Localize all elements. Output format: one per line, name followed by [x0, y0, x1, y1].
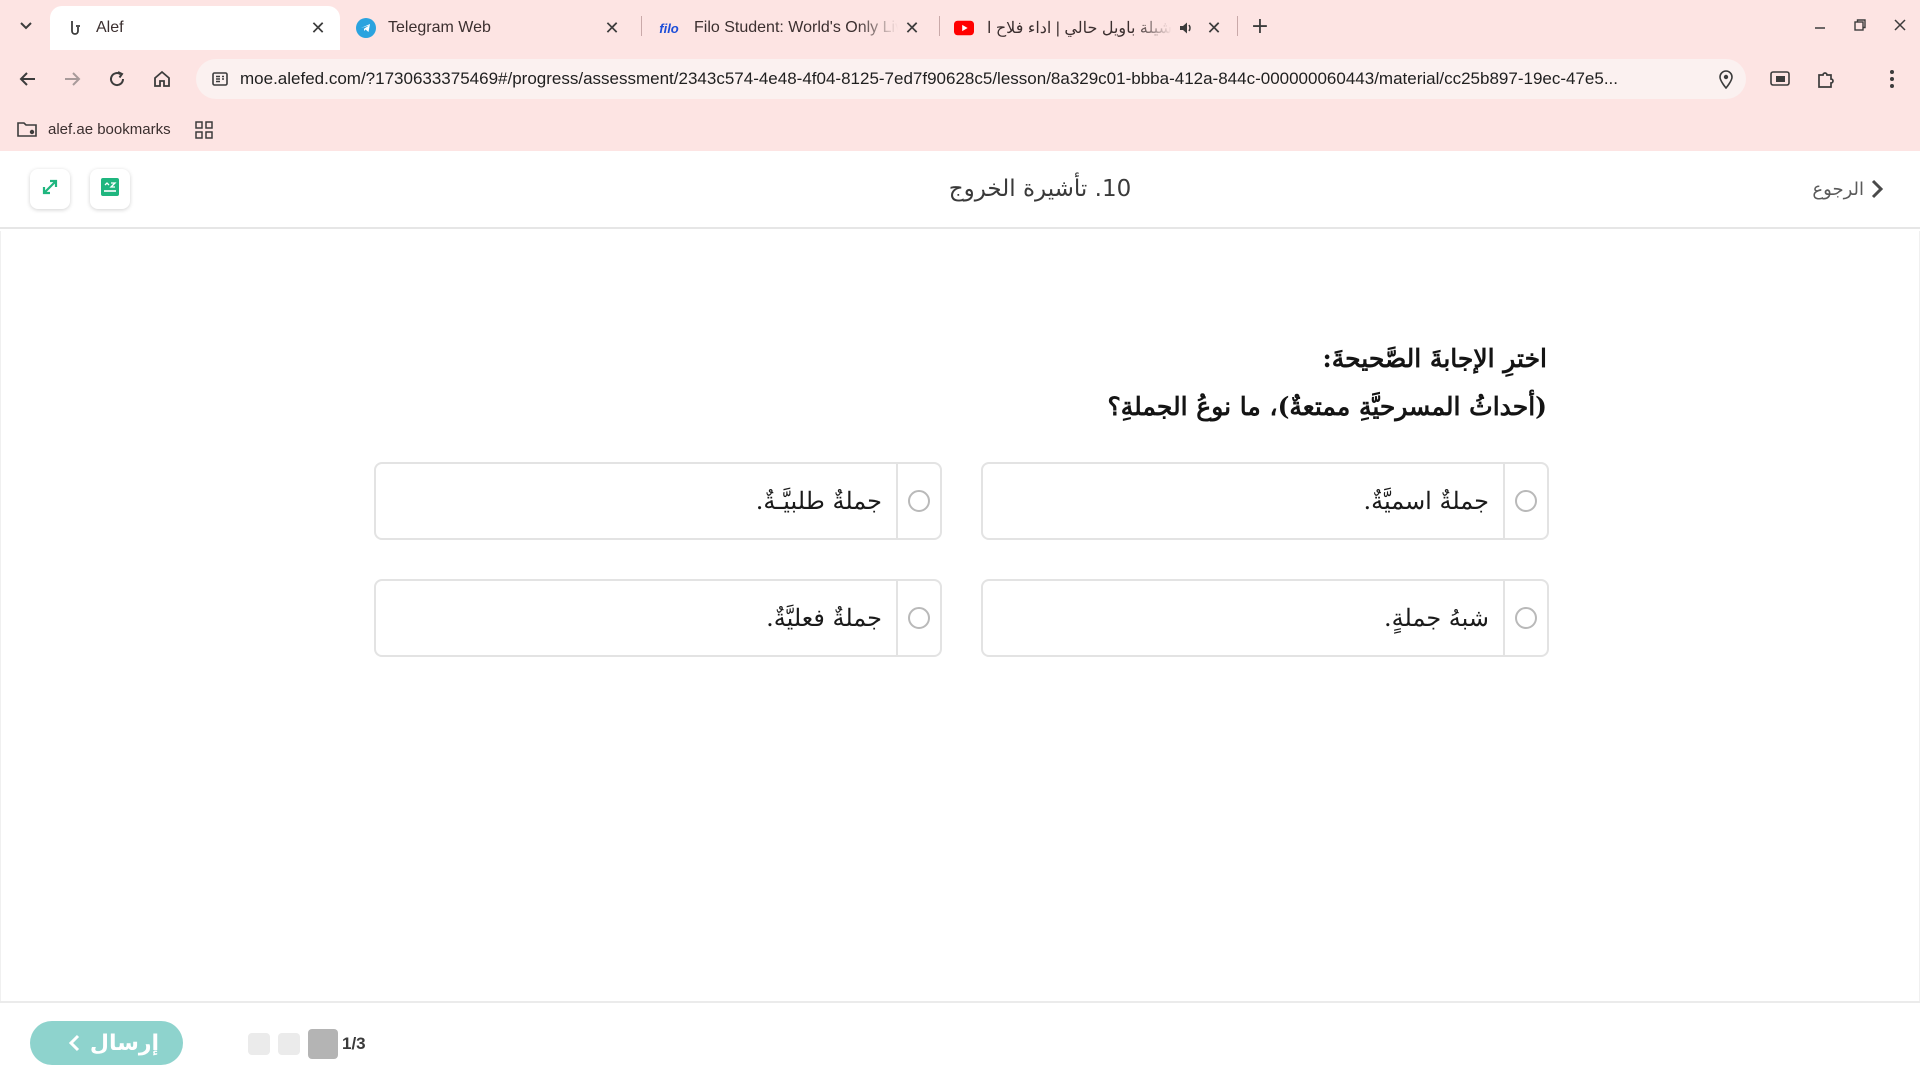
youtube-icon: [954, 18, 974, 38]
kebab-menu-icon[interactable]: [1874, 61, 1910, 97]
radio-button[interactable]: [1515, 490, 1537, 512]
glossary-book-icon: [99, 176, 121, 202]
chevron-right-icon: [1870, 179, 1884, 199]
submit-button[interactable]: إرسال: [30, 1021, 183, 1065]
address-bar[interactable]: moe.alefed.com/?1730633375469#/progress/…: [196, 59, 1746, 99]
option-text: جملةٌ اسميَّةٌ.: [1363, 487, 1489, 515]
expand-arrows-icon: [40, 177, 60, 201]
radio-button[interactable]: [1515, 607, 1537, 629]
apps-grid-icon[interactable]: [190, 116, 218, 144]
option-text: شبهُ جملةٍ.: [1384, 604, 1489, 632]
bookmark-folder-alef[interactable]: alef.ae bookmarks: [16, 114, 171, 144]
radio-cell: [1503, 581, 1547, 655]
home-icon[interactable]: [144, 61, 180, 97]
minimize-icon[interactable]: [1800, 10, 1840, 40]
radio-button[interactable]: [908, 607, 930, 629]
tab-title: Filo Student: World's Only Live Instant …: [694, 19, 898, 36]
pager-dot-1-current[interactable]: [308, 1029, 338, 1059]
question-prompt: (أحداثُ المسرحيَّةِ ممتعةٌ)، ما نوعُ الج…: [1107, 392, 1547, 421]
site-info-icon[interactable]: [200, 59, 240, 99]
lesson-header: 10. تأشيرة الخروج الرجوع: [0, 151, 1920, 229]
pager-dot-3[interactable]: [248, 1033, 270, 1055]
tab-strip: Alef ✕ Telegram Web ✕ filo Filo Student:…: [0, 0, 1920, 50]
extensions-puzzle-icon[interactable]: [1808, 61, 1844, 97]
radio-cell: [896, 581, 940, 655]
tab-alef[interactable]: Alef ✕: [50, 6, 340, 50]
forward-arrow-icon[interactable]: [54, 61, 90, 97]
answer-option-4[interactable]: جملةٌ فعليَّةٌ.: [374, 579, 942, 657]
assessment-footer: إرسال 1/3: [0, 1001, 1920, 1080]
tab-search-chevron-icon[interactable]: [10, 10, 42, 42]
bookmark-label: alef.ae bookmarks: [48, 120, 171, 138]
tab-separator: [1237, 16, 1238, 36]
chevron-left-icon: [68, 1034, 80, 1052]
speaker-audio-icon[interactable]: [1176, 18, 1196, 38]
close-tab-icon[interactable]: ✕: [898, 14, 926, 42]
cast-media-icon[interactable]: [1762, 61, 1798, 97]
reload-icon[interactable]: [99, 61, 135, 97]
question-text: اخترِ الإجابةَ الصَّحيحةَ: (أحداثُ المسر…: [647, 335, 1547, 431]
tab-title: Alef: [96, 19, 124, 36]
close-tab-icon[interactable]: ✕: [304, 14, 332, 42]
close-window-icon[interactable]: [1880, 10, 1920, 40]
back-arrow-icon[interactable]: [10, 61, 46, 97]
tab-title: Telegram Web: [388, 19, 491, 36]
url-text[interactable]: moe.alefed.com/?1730633375469#/progress/…: [240, 69, 1706, 89]
pager-dot-2[interactable]: [278, 1033, 300, 1055]
close-tab-icon[interactable]: ✕: [1200, 14, 1228, 42]
filo-favicon: filo: [659, 20, 679, 36]
radio-cell: [1503, 464, 1547, 538]
page-title: 10. تأشيرة الخروج: [948, 176, 1132, 202]
tab-title: شيلة باويل حالي | اداء فلاح المسعودي: [986, 20, 1172, 37]
tab-telegram[interactable]: Telegram Web ✕: [342, 6, 634, 50]
question-panel: اخترِ الإجابةَ الصَّحيحةَ: (أحداثُ المسر…: [0, 231, 1920, 1001]
tab-youtube[interactable]: شيلة باويل حالي | اداء فلاح المسعودي ✕: [940, 6, 1236, 50]
restore-window-icon[interactable]: [1840, 10, 1880, 40]
question-instruction: اخترِ الإجابةَ الصَّحيحةَ:: [1322, 344, 1547, 373]
question-pager: 1/3: [248, 1029, 366, 1059]
browser-toolbar: moe.alefed.com/?1730633375469#/progress/…: [0, 50, 1920, 108]
bookmarks-bar: alef.ae bookmarks: [0, 108, 1920, 151]
alef-logo-icon: [64, 18, 84, 38]
managed-folder-icon: [16, 120, 38, 138]
answer-option-1[interactable]: جملةٌ اسميَّةٌ.: [981, 462, 1549, 540]
fullscreen-expand-button[interactable]: [30, 169, 70, 209]
answer-option-2[interactable]: جملةٌ طلبيَّـةٌ.: [374, 462, 942, 540]
close-tab-icon[interactable]: ✕: [598, 14, 626, 42]
glossary-button[interactable]: [90, 169, 130, 209]
new-tab-plus-icon[interactable]: +: [1244, 10, 1276, 42]
telegram-icon: [356, 18, 376, 38]
option-text: جملةٌ طلبيَّـةٌ.: [755, 487, 882, 515]
option-text: جملةٌ فعليَّةٌ.: [766, 604, 882, 632]
location-pin-icon[interactable]: [1706, 59, 1746, 99]
submit-label: إرسال: [89, 1030, 160, 1056]
radio-cell: [896, 464, 940, 538]
back-label: الرجوع: [1812, 178, 1864, 200]
browser-chrome: Alef ✕ Telegram Web ✕ filo Filo Student:…: [0, 0, 1920, 151]
answer-option-3[interactable]: شبهُ جملةٍ.: [981, 579, 1549, 657]
answer-options: جملةٌ اسميَّةٌ. جملةٌ طلبيَّـةٌ. شبهُ جم…: [374, 462, 1549, 658]
radio-button[interactable]: [908, 490, 930, 512]
page-indicator: 1/3: [342, 1034, 366, 1053]
back-button[interactable]: الرجوع: [1812, 151, 1884, 227]
tab-filo[interactable]: filo Filo Student: World's Only Live Ins…: [642, 6, 934, 50]
